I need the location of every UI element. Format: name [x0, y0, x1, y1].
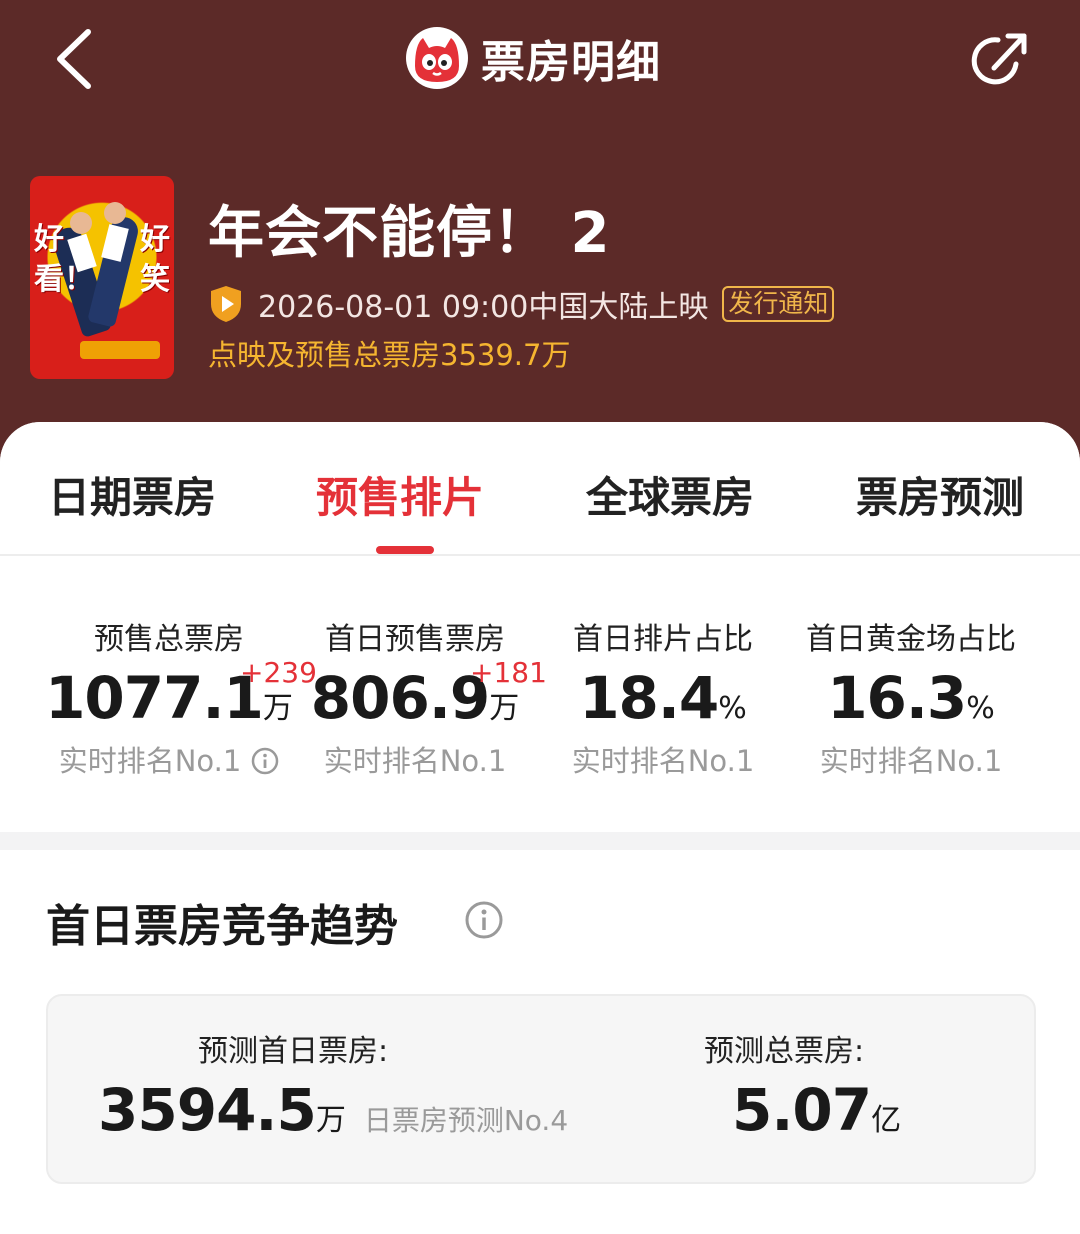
- presale-stats: 预售总票房 1077.1万 +239 实时排名No.1 首日预售票房 806.9…: [0, 556, 1080, 832]
- forecast-box: 预测首日票房: 3594.5万 日票房预测No.4 预测总票房: 5.07亿: [46, 994, 1036, 1184]
- stat-value: 18.4%: [528, 664, 798, 732]
- share-icon: [971, 33, 1027, 85]
- poster-figure: [104, 202, 126, 224]
- tab-global-box-office[interactable]: 全球票房: [586, 464, 754, 525]
- stat-number: 806.9: [310, 664, 490, 732]
- poster-text-left: 好看！: [34, 222, 94, 297]
- info-icon[interactable]: [251, 747, 279, 775]
- stat-label: 首日黄金场占比: [806, 622, 1016, 657]
- tab-presale-schedule[interactable]: 预售排片: [316, 464, 484, 525]
- stat-first-day-golden-share: 首日黄金场占比 16.3% 实时排名No.1: [776, 556, 1046, 832]
- stat-label: 预售总票房: [94, 622, 244, 657]
- release-row: 2026-08-01 09:00中国大陆上映 发行通知: [208, 282, 835, 326]
- back-button[interactable]: [50, 26, 106, 92]
- stat-rank: 实时排名No.1: [819, 744, 1003, 778]
- cat-logo-icon: [406, 27, 468, 89]
- stat-first-day-presale: 首日预售票房 806.9万 +181 实时排名No.1: [280, 556, 550, 832]
- forecast-number: 5.07: [732, 1076, 872, 1144]
- content-card: 日期票房 预售排片 全球票房 票房预测 预售总票房 1077.1万 +239 实…: [0, 422, 1080, 1234]
- poster-figure: [70, 212, 92, 234]
- stat-label: 首日排片占比: [573, 622, 753, 657]
- stat-first-day-schedule-share: 首日排片占比 18.4% 实时排名No.1: [528, 556, 798, 832]
- poster-logo: [80, 341, 160, 359]
- stat-total-presale: 预售总票房 1077.1万 +239 实时排名No.1: [34, 556, 317, 832]
- stat-number: 18.4: [579, 664, 719, 732]
- tab-bar: 日期票房 预售排片 全球票房 票房预测: [0, 422, 1080, 556]
- forecast-total-label: 预测总票房:: [704, 1034, 865, 1069]
- top-bar: 票房明细: [0, 0, 1080, 120]
- chevron-left-icon: [57, 29, 91, 89]
- active-tab-indicator: [376, 546, 434, 554]
- forecast-total-value: 5.07亿: [732, 1076, 901, 1144]
- stat-unit: %: [966, 691, 995, 726]
- poster-text-right: 好笑！: [140, 222, 174, 297]
- stat-rank: 实时排名No.1: [323, 744, 507, 778]
- shield-play-icon: [211, 286, 241, 322]
- presale-total: 点映及预售总票房3539.7万: [208, 338, 571, 372]
- info-icon[interactable]: [464, 900, 504, 940]
- movie-poster[interactable]: 好看！ 好笑！: [30, 176, 174, 379]
- stat-rank: 实时排名No.1: [571, 744, 755, 778]
- first-day-trend-section: 首日票房竞争趋势 预测首日票房: 3594.5万 日票房预测No.4 预测总票房:…: [0, 850, 1080, 1234]
- release-date: 2026-08-01 09:00中国大陆上映: [258, 290, 709, 325]
- tab-box-office-forecast[interactable]: 票房预测: [856, 464, 1024, 525]
- stat-unit: 万: [489, 691, 520, 726]
- forecast-unit: 万: [315, 1103, 346, 1138]
- section-title: 首日票房竞争趋势: [46, 901, 398, 952]
- movie-title: 年会不能停！ 2: [208, 201, 611, 266]
- forecast-first-day-value: 3594.5万 日票房预测No.4: [98, 1076, 568, 1144]
- stat-value: 16.3%: [776, 664, 1046, 732]
- forecast-first-day-label: 预测首日票房:: [198, 1034, 389, 1069]
- stat-number: 16.3: [827, 664, 967, 732]
- stat-rank: 实时排名No.1: [34, 738, 304, 780]
- page-title: 票房明细: [481, 37, 661, 88]
- stat-label: 首日预售票房: [325, 622, 505, 657]
- forecast-rank: 日票房预测No.4: [363, 1104, 569, 1137]
- stat-rank-text: 实时排名No.1: [58, 744, 242, 778]
- tab-daily-box-office[interactable]: 日期票房: [48, 464, 216, 525]
- stat-unit: %: [718, 691, 747, 726]
- forecast-unit: 亿: [871, 1103, 902, 1138]
- share-button[interactable]: [966, 28, 1032, 94]
- stat-number: 1077.1: [45, 664, 264, 732]
- forecast-number: 3594.5: [98, 1076, 317, 1144]
- release-notice-badge[interactable]: 发行通知: [722, 286, 835, 322]
- movie-info: 好看！ 好笑！ 年会不能停！ 2 2026-08-01 09:00中国大陆上映 …: [30, 176, 1060, 386]
- brand: 票房明细: [405, 26, 661, 90]
